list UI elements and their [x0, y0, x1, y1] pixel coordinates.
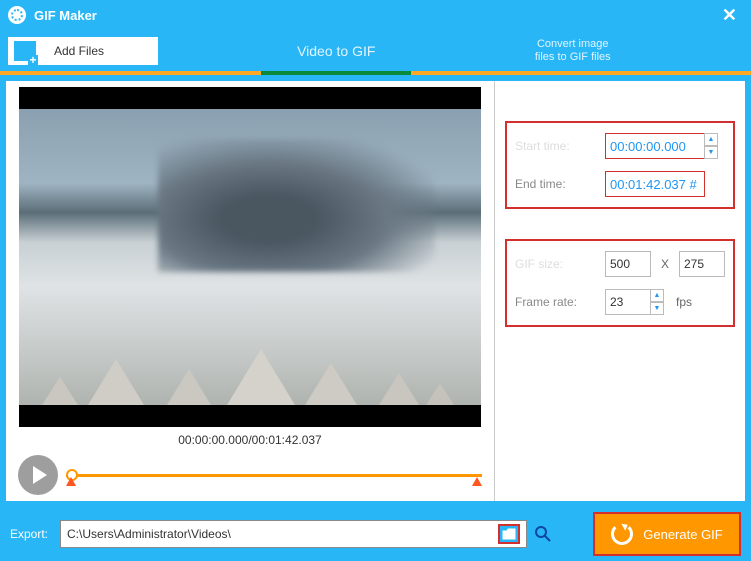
- app-logo-icon: [8, 6, 26, 24]
- export-label: Export:: [10, 527, 48, 541]
- size-fps-group: GIF size: X Frame rate: ▲▼ fps: [505, 239, 735, 327]
- footer-bar: Export: C:\Users\Administrator\Videos\ G…: [0, 507, 751, 561]
- generate-gif-button[interactable]: Generate GIF: [593, 512, 741, 556]
- main-panel: 00:00:00.000/00:01:42.037 Start time: ▲▼: [6, 81, 745, 501]
- end-time-input[interactable]: [605, 171, 705, 197]
- start-time-label: Start time:: [515, 139, 605, 153]
- gif-size-label: GIF size:: [515, 257, 605, 271]
- size-separator: X: [661, 257, 669, 271]
- refresh-icon: [611, 523, 633, 545]
- tab-convert-images[interactable]: Convert image files to GIF files: [455, 31, 692, 71]
- browse-folder-icon[interactable]: [498, 524, 520, 544]
- add-files-label: Add Files: [54, 44, 104, 58]
- tab-video-to-gif[interactable]: Video to GIF: [218, 31, 455, 71]
- tab-label: Video to GIF: [218, 43, 455, 59]
- frame-rate-label: Frame rate:: [515, 295, 605, 309]
- time-display: 00:00:00.000/00:01:42.037: [14, 433, 486, 447]
- end-marker[interactable]: [472, 477, 482, 486]
- close-icon[interactable]: ✕: [716, 5, 743, 26]
- fps-input[interactable]: [605, 289, 651, 315]
- export-path-text: C:\Users\Administrator\Videos\: [67, 527, 231, 541]
- export-path-input[interactable]: C:\Users\Administrator\Videos\: [60, 520, 527, 548]
- app-title: GIF Maker: [34, 8, 97, 23]
- fps-unit: fps: [676, 295, 692, 309]
- start-time-input[interactable]: [605, 133, 705, 159]
- add-files-button[interactable]: Add Files: [8, 37, 158, 65]
- preview-pane: 00:00:00.000/00:01:42.037: [6, 81, 495, 501]
- settings-pane: Start time: ▲▼ End time: GIF size: X: [495, 81, 745, 501]
- tab-label-line2: files to GIF files: [455, 51, 692, 64]
- playback-controls: [14, 455, 486, 495]
- top-toolbar: Add Files Video to GIF Convert image fil…: [0, 31, 751, 71]
- start-marker[interactable]: [66, 477, 76, 486]
- video-preview[interactable]: [19, 87, 481, 427]
- app-window: GIF Maker ✕ Add Files Video to GIF Conve…: [0, 0, 751, 561]
- start-time-spinner[interactable]: ▲▼: [704, 133, 718, 159]
- tab-label-line1: Convert image: [455, 38, 692, 51]
- generate-label: Generate GIF: [643, 527, 722, 542]
- timeline-slider[interactable]: [66, 465, 482, 485]
- end-time-label: End time:: [515, 177, 605, 191]
- titlebar: GIF Maker ✕: [0, 0, 751, 31]
- width-input[interactable]: [605, 251, 651, 277]
- time-range-group: Start time: ▲▼ End time:: [505, 121, 735, 209]
- play-button[interactable]: [18, 455, 58, 495]
- fps-spinner[interactable]: ▲▼: [650, 289, 664, 315]
- add-files-icon: [14, 41, 36, 61]
- height-input[interactable]: [679, 251, 725, 277]
- magnify-icon[interactable]: [533, 524, 553, 544]
